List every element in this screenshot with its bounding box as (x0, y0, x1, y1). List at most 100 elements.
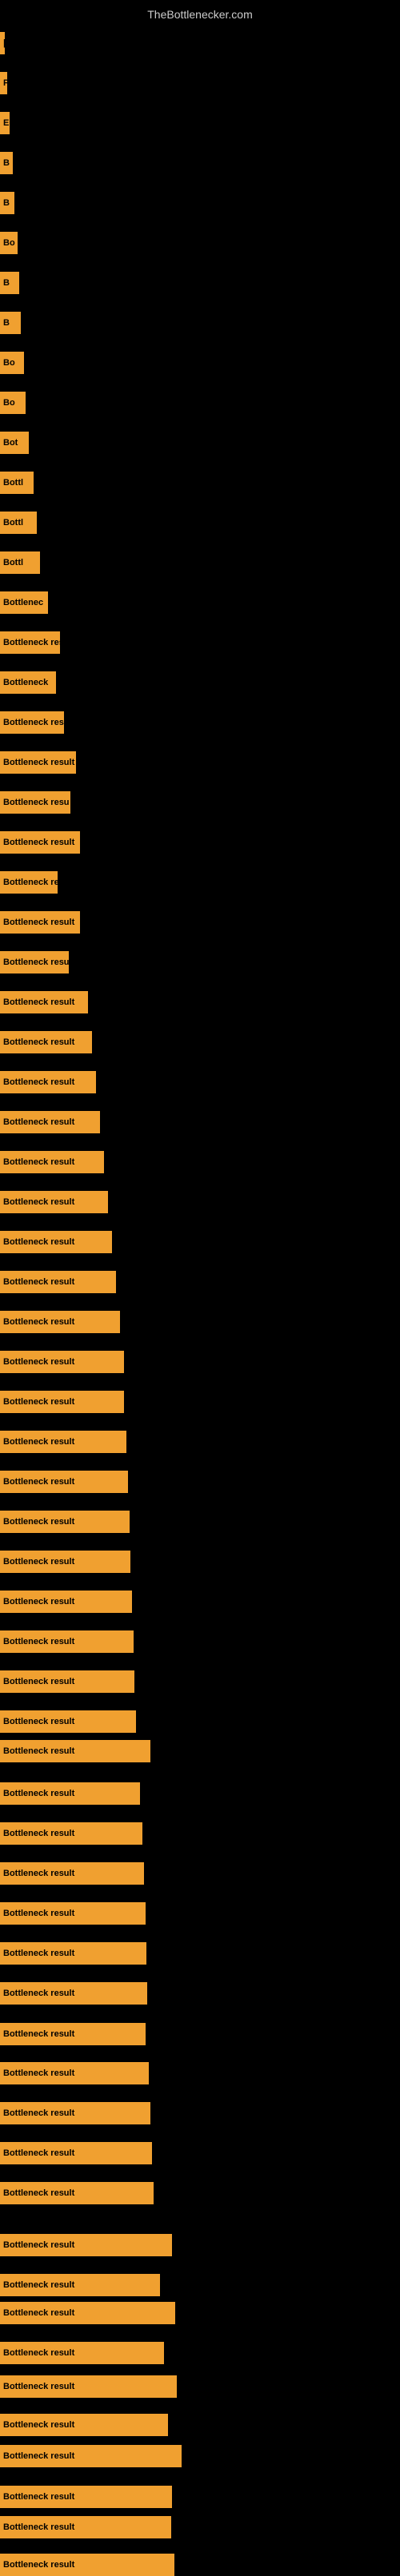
bar-label: Bottleneck result (3, 1277, 74, 1287)
bar-label: Bottleneck resu (3, 798, 70, 807)
bar-label: Bottleneck result (3, 2560, 74, 2570)
bar-label: Bottleneck result (3, 1397, 74, 1407)
bar-item: Bottleneck result (0, 2414, 168, 2436)
bar-item: Bottleneck result (0, 1591, 132, 1613)
bar: | (0, 32, 5, 54)
bar: Bo (0, 392, 26, 414)
bar-label: Bottleneck resu (3, 958, 69, 967)
bar-label: Bo (3, 398, 15, 408)
bar-label: Bottleneck result (3, 1989, 74, 1998)
bar: Bottleneck result (0, 1782, 140, 1805)
bar-item: Bottleneck result (0, 1942, 146, 1965)
bar-item: P (0, 72, 7, 94)
bar-item: Bottleneck result (0, 1311, 120, 1333)
bar: Bottlenec (0, 591, 48, 614)
bar: Bo (0, 352, 24, 374)
bar-label: | (3, 38, 5, 48)
bar: Bottleneck result (0, 1710, 136, 1733)
bar-item: Bottleneck result (0, 2516, 171, 2538)
bar-label: Bottleneck result (3, 1909, 74, 1918)
bar-item: Bottleneck result (0, 1630, 134, 1653)
bar-item: Bottleneck result (0, 1471, 128, 1493)
bar-item: Bottleneck result (0, 1031, 92, 1053)
bar-label: Bottleneck result (3, 997, 74, 1007)
bar-label: Bottleneck result (3, 1117, 74, 1127)
bar-item: Bottleneck result (0, 2142, 152, 2164)
bar: Bottleneck result (0, 2234, 172, 2256)
bar: Bottleneck (0, 671, 56, 694)
bar-label: E (3, 118, 9, 128)
bar-item: Bottleneck resu (0, 951, 69, 973)
bar-label: Bottleneck result (3, 1597, 74, 1607)
bar-item: Bo (0, 352, 24, 374)
bar-label: Bottleneck result (3, 2308, 74, 2318)
bar-item: Bottleneck result (0, 1551, 130, 1573)
bar-label: B (3, 198, 10, 208)
bar: Bottleneck result (0, 2342, 164, 2364)
bar-label: Bottleneck (3, 678, 48, 687)
bar-label: B (3, 318, 10, 328)
bar-label: Bottleneck result (3, 1677, 74, 1686)
bar: Bottleneck res (0, 631, 60, 654)
bar: Bottleneck result (0, 2142, 152, 2164)
bar-item: Bottl (0, 551, 40, 574)
bar: Bottleneck result (0, 751, 76, 774)
bar-label: Bottleneck result (3, 1357, 74, 1367)
bar-label: B (3, 278, 10, 288)
bar-item: Bottleneck result (0, 751, 76, 774)
bar: Bottleneck result (0, 2445, 182, 2467)
bar-item: Bottleneck result (0, 1111, 100, 1133)
bar: Bottleneck result (0, 1351, 124, 1373)
bar-item: Bottleneck result (0, 1862, 144, 1885)
bar: Bottleneck result (0, 911, 80, 934)
bar-label: Bottleneck result (3, 2108, 74, 2118)
bar-item: Bottleneck result (0, 1071, 96, 1093)
bar: Bottleneck resu (0, 951, 69, 973)
bar: Bottleneck result (0, 1862, 144, 1885)
bar: Bottleneck result (0, 1191, 108, 1213)
bar-label: Bottleneck result (3, 2029, 74, 2039)
bar-label: Bottleneck result (3, 758, 74, 767)
bar-label: Bottleneck resu (3, 718, 64, 727)
bar-label: Bottleneck result (3, 1717, 74, 1726)
bar: Bottleneck resu (0, 711, 64, 734)
bar-item: B (0, 312, 21, 334)
bar: Bottl (0, 551, 40, 574)
bar-item: Bottleneck result (0, 2486, 172, 2508)
bar-label: Bottleneck result (3, 1789, 74, 1798)
bar: Bottleneck result (0, 1511, 130, 1533)
bar: Bottleneck result (0, 1740, 150, 1762)
bar: Bottleneck result (0, 2062, 149, 2084)
bar-item: Bottleneck result (0, 991, 88, 1013)
bar: Bottleneck result (0, 1551, 130, 1573)
bar-item: Bottleneck resu (0, 711, 64, 734)
bar: Bo (0, 232, 18, 254)
bar-label: Bottleneck result (3, 2420, 74, 2430)
bar: Bottleneck result (0, 1822, 142, 1845)
bar-item: Bot (0, 432, 29, 454)
bar: Bottleneck result (0, 1591, 132, 1613)
bar-item: Bottleneck result (0, 2342, 164, 2364)
site-title: TheBottlenecker.com (0, 2, 400, 27)
bar-item: Bottleneck result (0, 2023, 146, 2045)
bar: Bottleneck result (0, 831, 80, 854)
bar: Bottleneck result (0, 2516, 171, 2538)
bar-label: Bottleneck result (3, 1077, 74, 1087)
bar-label: Bottleneck result (3, 1477, 74, 1487)
bar-label: Bottleneck result (3, 2522, 74, 2532)
bar-item: Bottleneck result (0, 1391, 124, 1413)
bar: B (0, 192, 14, 214)
bar-item: Bottleneck res (0, 631, 60, 654)
bar-item: Bottleneck result (0, 1511, 130, 1533)
bar: Bottleneck result (0, 2182, 154, 2204)
bar-label: Bottleneck result (3, 1637, 74, 1646)
bar: Bottleneck result (0, 1431, 126, 1453)
bar-item: Bottleneck result (0, 2375, 177, 2398)
bar-label: Bottl (3, 558, 23, 567)
bar-item: Bottleneck result (0, 1191, 108, 1213)
bar: Bottleneck result (0, 2375, 177, 2398)
bar-label: Bottleneck result (3, 2348, 74, 2358)
bar: Bottleneck result (0, 2274, 160, 2296)
bar-item: Bottleneck result (0, 1151, 104, 1173)
bar: E (0, 112, 10, 134)
